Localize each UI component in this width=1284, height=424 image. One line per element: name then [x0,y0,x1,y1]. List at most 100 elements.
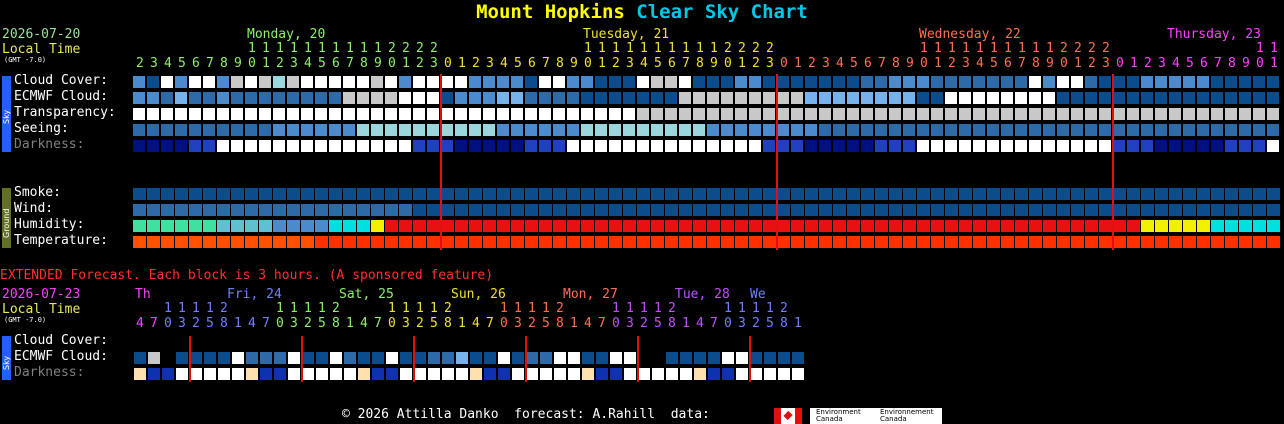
ext-ecmwf-cloud-cell [764,352,776,364]
darkness-cell [469,140,481,152]
temperature-cell [1155,236,1168,248]
smoke-cell [1169,188,1182,200]
seeing-cell [483,124,495,136]
wind-cell [581,204,594,216]
hour-ones-label: 0 [1060,56,1068,71]
temperature-cell [511,236,524,248]
ecmwf-cloud-cell [1071,92,1083,104]
transparency-cell [1225,108,1237,120]
smoke-cell [763,188,776,200]
transparency-cell [665,108,677,120]
darkness-cell [721,140,733,152]
seeing-cell [273,124,285,136]
ext-darkness-cell [456,368,468,380]
darkness-cell [1057,140,1069,152]
smoke-cell [833,188,846,200]
transparency-cell [1113,108,1125,120]
ecmwf-cloud-cell [595,92,607,104]
temperature-cell [651,236,664,248]
transparency-cell [343,108,355,120]
seeing-cell [525,124,537,136]
smoke-cell [805,188,818,200]
temperature-cell [1169,236,1182,248]
day-label-thursday: Thursday, 23 [1167,27,1261,42]
darkness-cell [665,140,677,152]
cloud-cover-cell [1169,76,1181,88]
seeing-cell [819,124,831,136]
ecmwf-cloud-cell [1239,92,1251,104]
humidity-cell [175,220,188,232]
darkness-cell [749,140,761,152]
ext-ecmwf-cloud-cell [386,352,398,364]
cloud-cover-cell [889,76,901,88]
temperature-cell [525,236,538,248]
cloud-cover-cell [665,76,677,88]
hour-ones-label: 6 [332,56,340,71]
ext-ecmwf-cloud-cell [204,352,216,364]
ext-hour-ones-label: 8 [332,316,340,331]
smoke-cell [567,188,580,200]
humidity-cell [427,220,440,232]
transparency-cell [567,108,579,120]
ext-hour-ones-label: 8 [220,316,228,331]
temperature-cell [147,236,160,248]
smoke-cell [1071,188,1084,200]
ext-ecmwf-cloud-cell [526,352,538,364]
humidity-cell [651,220,664,232]
cloud-cover-cell [469,76,481,88]
smoke-cell [1183,188,1196,200]
hour-tens-label: 1 [934,41,942,56]
ext-darkness-cell [722,368,734,380]
darkness-cell [273,140,285,152]
wind-cell [609,204,622,216]
darkness-cell [595,140,607,152]
ecmwf-cloud-cell [1085,92,1097,104]
cloud-cover-cell [287,76,299,88]
seeing-cell [1211,124,1223,136]
title-location: Mount Hopkins [476,1,625,23]
row-label-seeing: Seeing: [14,121,69,136]
cloud-cover-cell [161,76,173,88]
darkness-cell [175,140,187,152]
humidity-cell [749,220,762,232]
humidity-cell [1057,220,1070,232]
temperature-cell [1015,236,1028,248]
humidity-cell [721,220,734,232]
ext-sky-side-label: Sky [2,355,11,370]
ext-ecmwf-cloud-cell [358,352,370,364]
temperature-cell [819,236,832,248]
seeing-cell [1071,124,1083,136]
ecmwf-cloud-cell [861,92,873,104]
temperature-cell [469,236,482,248]
cloud-cover-cell [959,76,971,88]
seeing-cell [189,124,201,136]
ground-side-label: Ground [2,208,11,238]
smoke-cell [231,188,244,200]
smoke-cell [357,188,370,200]
ecmwf-cloud-cell [175,92,187,104]
transparency-cell [637,108,649,120]
ecmwf-cloud-cell [1001,92,1013,104]
temperature-cell [399,236,412,248]
ext-hour-ones-label: 4 [248,316,256,331]
cloud-cover-cell [539,76,551,88]
seeing-cell [931,124,943,136]
cloud-cover-cell [777,76,789,88]
ext-darkness-cell [372,368,384,380]
darkness-cell [525,140,537,152]
smoke-cell [1197,188,1210,200]
temperature-cell [1043,236,1056,248]
ext-hour-ones-label: 5 [430,316,438,331]
cloud-cover-cell [833,76,845,88]
hour-ones-label: 2 [948,56,956,71]
ecmwf-cloud-cell [959,92,971,104]
transparency-cell [1099,108,1111,120]
darkness-cell [1197,140,1209,152]
darkness-cell [133,140,145,152]
smoke-cell [1015,188,1028,200]
wind-cell [1001,204,1014,216]
seeing-cell [959,124,971,136]
wind-cell [917,204,930,216]
hour-ones-label: 0 [780,56,788,71]
ext-hour-ones-label: 3 [626,316,634,331]
